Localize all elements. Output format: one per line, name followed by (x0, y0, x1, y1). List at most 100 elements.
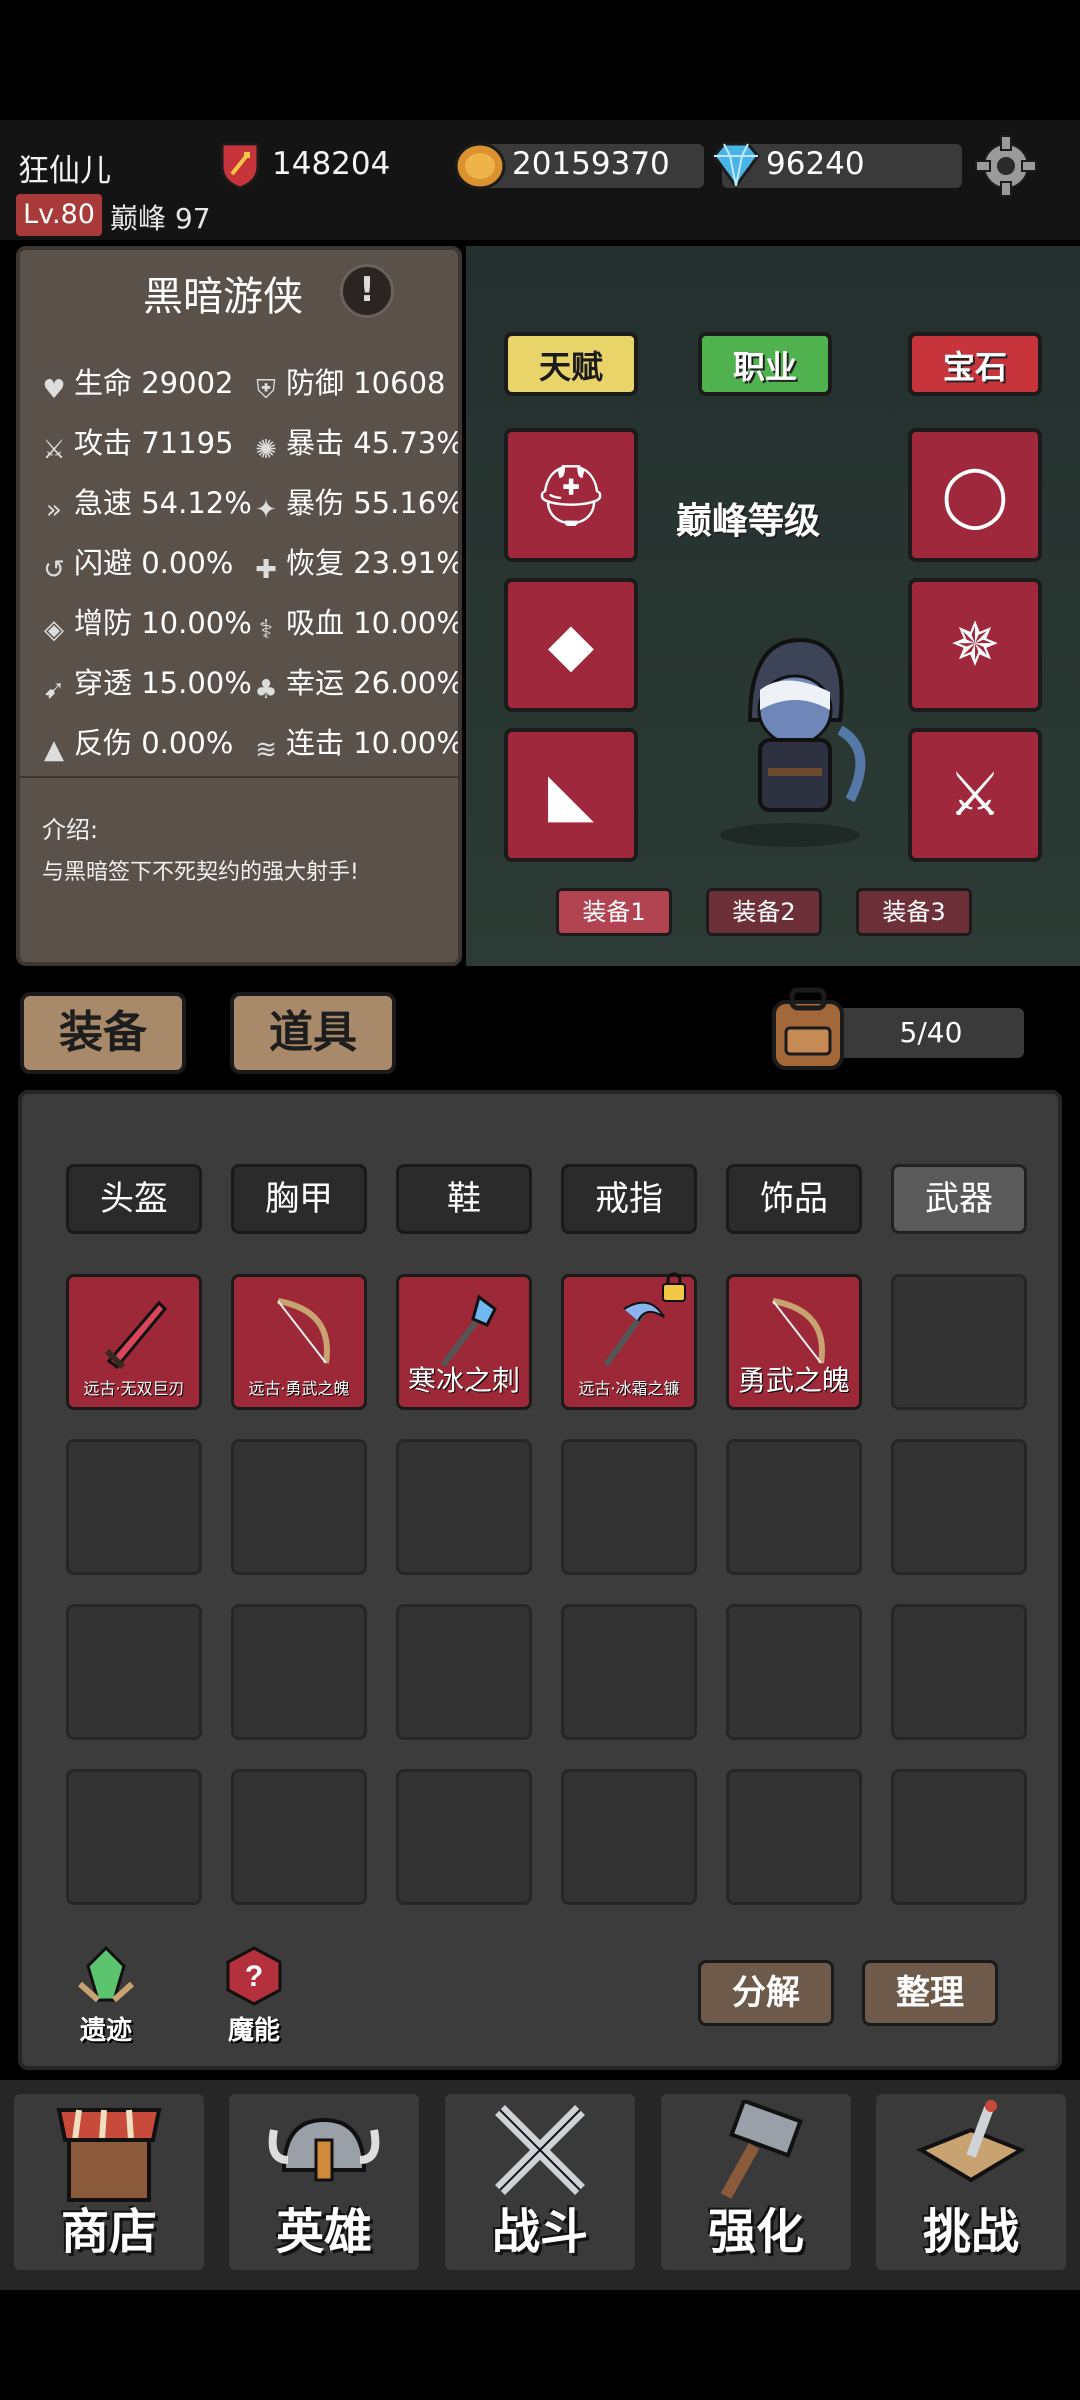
loadout-tab-2[interactable]: 装备2 (706, 888, 822, 936)
recovery-icon: ✚ (255, 555, 277, 585)
weapon-icon: ⚔ (948, 760, 1002, 830)
class-button[interactable]: 职业 (698, 332, 832, 396)
tab-items[interactable]: 道具 (230, 992, 396, 1074)
peak-level-text: 巅峰 97 (110, 202, 211, 235)
inventory-item[interactable]: 远古·冰霜之镰 (561, 1272, 697, 1410)
peak-level-button[interactable]: 巅峰等级 (676, 492, 820, 544)
level-badge: Lv.80 (16, 194, 102, 236)
divider (20, 776, 458, 778)
backpack-icon[interactable] (762, 984, 854, 1074)
mystery-box-icon: ? (226, 1946, 282, 2006)
nav-shop[interactable]: 商店 (14, 2094, 204, 2270)
empty-slot[interactable] (726, 1604, 862, 1740)
hero-character (720, 637, 866, 847)
stat-combo: ≋ 连击 10.00% (250, 720, 458, 766)
empty-slot[interactable] (231, 1769, 367, 1905)
decompose-button[interactable]: 分解 (698, 1960, 834, 2026)
accessory-icon: ✵ (949, 610, 1001, 680)
equip-slot-boots[interactable]: ◣ (504, 728, 638, 862)
filter-chest[interactable]: 胸甲 (231, 1164, 367, 1234)
filter-helmet[interactable]: 头盔 (66, 1164, 202, 1234)
intro-text: 与黑暗签下不死契约的强大射手! (42, 860, 359, 885)
gem-button[interactable]: 宝石 (908, 332, 1042, 396)
equip-slot-ring[interactable]: ◯ (908, 428, 1042, 562)
greatsword-icon (104, 1300, 168, 1370)
empty-slot[interactable] (396, 1439, 532, 1575)
shield-icon: ⛨ (256, 375, 276, 405)
inventory-item[interactable]: 远古·无双巨刃 (66, 1274, 202, 1410)
filter-boots[interactable]: 鞋 (396, 1164, 532, 1234)
nav-challenge[interactable]: 挑战 (876, 2094, 1066, 2270)
empty-slot[interactable] (561, 1439, 697, 1575)
lifesteal-icon: ⚕ (258, 615, 274, 645)
empty-slot[interactable] (561, 1769, 697, 1905)
intro-label: 介绍: (42, 816, 99, 844)
equip-slot-armor[interactable]: ◆ (504, 578, 638, 712)
empty-slot[interactable] (891, 1604, 1027, 1740)
stat-luck: ♣ 幸运 26.00% (250, 660, 458, 706)
empty-slot[interactable] (561, 1604, 697, 1740)
empty-slot[interactable] (726, 1769, 862, 1905)
inventory-item[interactable]: 寒冰之刺 (396, 1274, 532, 1410)
sword-icon: ⚔ (42, 435, 66, 465)
loadout-tab-3[interactable]: 装备3 (856, 888, 972, 936)
empty-slot[interactable] (726, 1439, 862, 1575)
empty-slot[interactable] (231, 1439, 367, 1575)
stat-attack: ⚔ 攻击 71195 (38, 420, 233, 466)
talent-button[interactable]: 天赋 (504, 332, 638, 396)
nav-hero[interactable]: 英雄 (229, 2094, 419, 2270)
empty-slot[interactable] (396, 1604, 532, 1740)
empty-slot[interactable] (231, 1604, 367, 1740)
stat-defense: ⛨ 防御 10608 (250, 360, 445, 406)
empty-slot[interactable] (66, 1439, 202, 1575)
combo-icon: ≋ (255, 735, 277, 765)
gold-coin-icon (454, 142, 506, 190)
player-name: 狂仙儿 (18, 153, 111, 189)
heart-icon: ♥ (42, 375, 66, 405)
thorns-icon: ▲ (44, 735, 64, 765)
crit-damage-icon: ✦ (255, 495, 277, 525)
power-shield-icon (220, 142, 260, 190)
diamond-icon (712, 142, 760, 189)
ring-icon: ◯ (941, 460, 1009, 530)
empty-slot[interactable] (66, 1769, 202, 1905)
equip-slot-weapon[interactable]: ⚔ (908, 728, 1042, 862)
diamond-value: 96240 (766, 146, 865, 182)
filter-accessory[interactable]: 饰品 (726, 1164, 862, 1234)
empty-slot[interactable] (891, 1274, 1027, 1410)
flame-icon: ✺ (255, 435, 277, 465)
hero-name: 黑暗游侠 (143, 274, 303, 320)
tab-equipment[interactable]: 装备 (20, 992, 186, 1074)
info-icon[interactable]: ! (340, 264, 394, 318)
loadout-tab-1[interactable]: 装备1 (556, 888, 672, 936)
stat-crit: ✺ 暴击 45.73% (250, 420, 458, 466)
clover-icon: ♣ (254, 675, 278, 705)
relic-shortcut[interactable]: 遗迹 (56, 1944, 156, 2046)
svg-text:?: ? (245, 1960, 263, 1993)
stat-lifesteal: ⚕ 吸血 10.00% (250, 600, 458, 646)
equip-slot-helmet[interactable]: ⛑ (504, 428, 638, 562)
filter-ring[interactable]: 戒指 (561, 1164, 697, 1234)
gear-icon[interactable] (972, 132, 1040, 200)
empty-slot[interactable] (66, 1604, 202, 1740)
stat-penetration: ➹ 穿透 15.00% (38, 660, 252, 706)
bow-icon (277, 1298, 330, 1364)
inventory-item[interactable]: 远古·勇武之魄 (231, 1274, 367, 1410)
stat-def-boost: ◈ 增防 10.00% (38, 600, 252, 646)
hero-stats-panel: 黑暗游侠 ! ♥ 生命 29002 ⛨ 防御 10608 ⚔ 攻击 71195 ✺ 暴击… (16, 246, 462, 966)
magic-shortcut[interactable]: ? 魔能 (204, 1944, 304, 2046)
inventory-panel (18, 1090, 1062, 2070)
stat-haste: » 急速 54.12% (38, 480, 252, 526)
equip-slot-accessory[interactable]: ✵ (908, 578, 1042, 712)
power-value: 148204 (272, 146, 391, 182)
helmet-icon: ⛑ (532, 460, 610, 531)
inventory-item[interactable]: 勇武之魄 (726, 1274, 862, 1410)
empty-slot[interactable] (891, 1769, 1027, 1905)
nav-upgrade[interactable]: 强化 (661, 2094, 851, 2270)
empty-slot[interactable] (891, 1439, 1027, 1575)
nav-battle[interactable]: 战斗 (445, 2094, 635, 2270)
filter-weapon[interactable]: 武器 (891, 1164, 1027, 1234)
empty-slot[interactable] (396, 1769, 532, 1905)
frost-scythe-icon (603, 1301, 665, 1367)
sort-button[interactable]: 整理 (862, 1960, 998, 2026)
